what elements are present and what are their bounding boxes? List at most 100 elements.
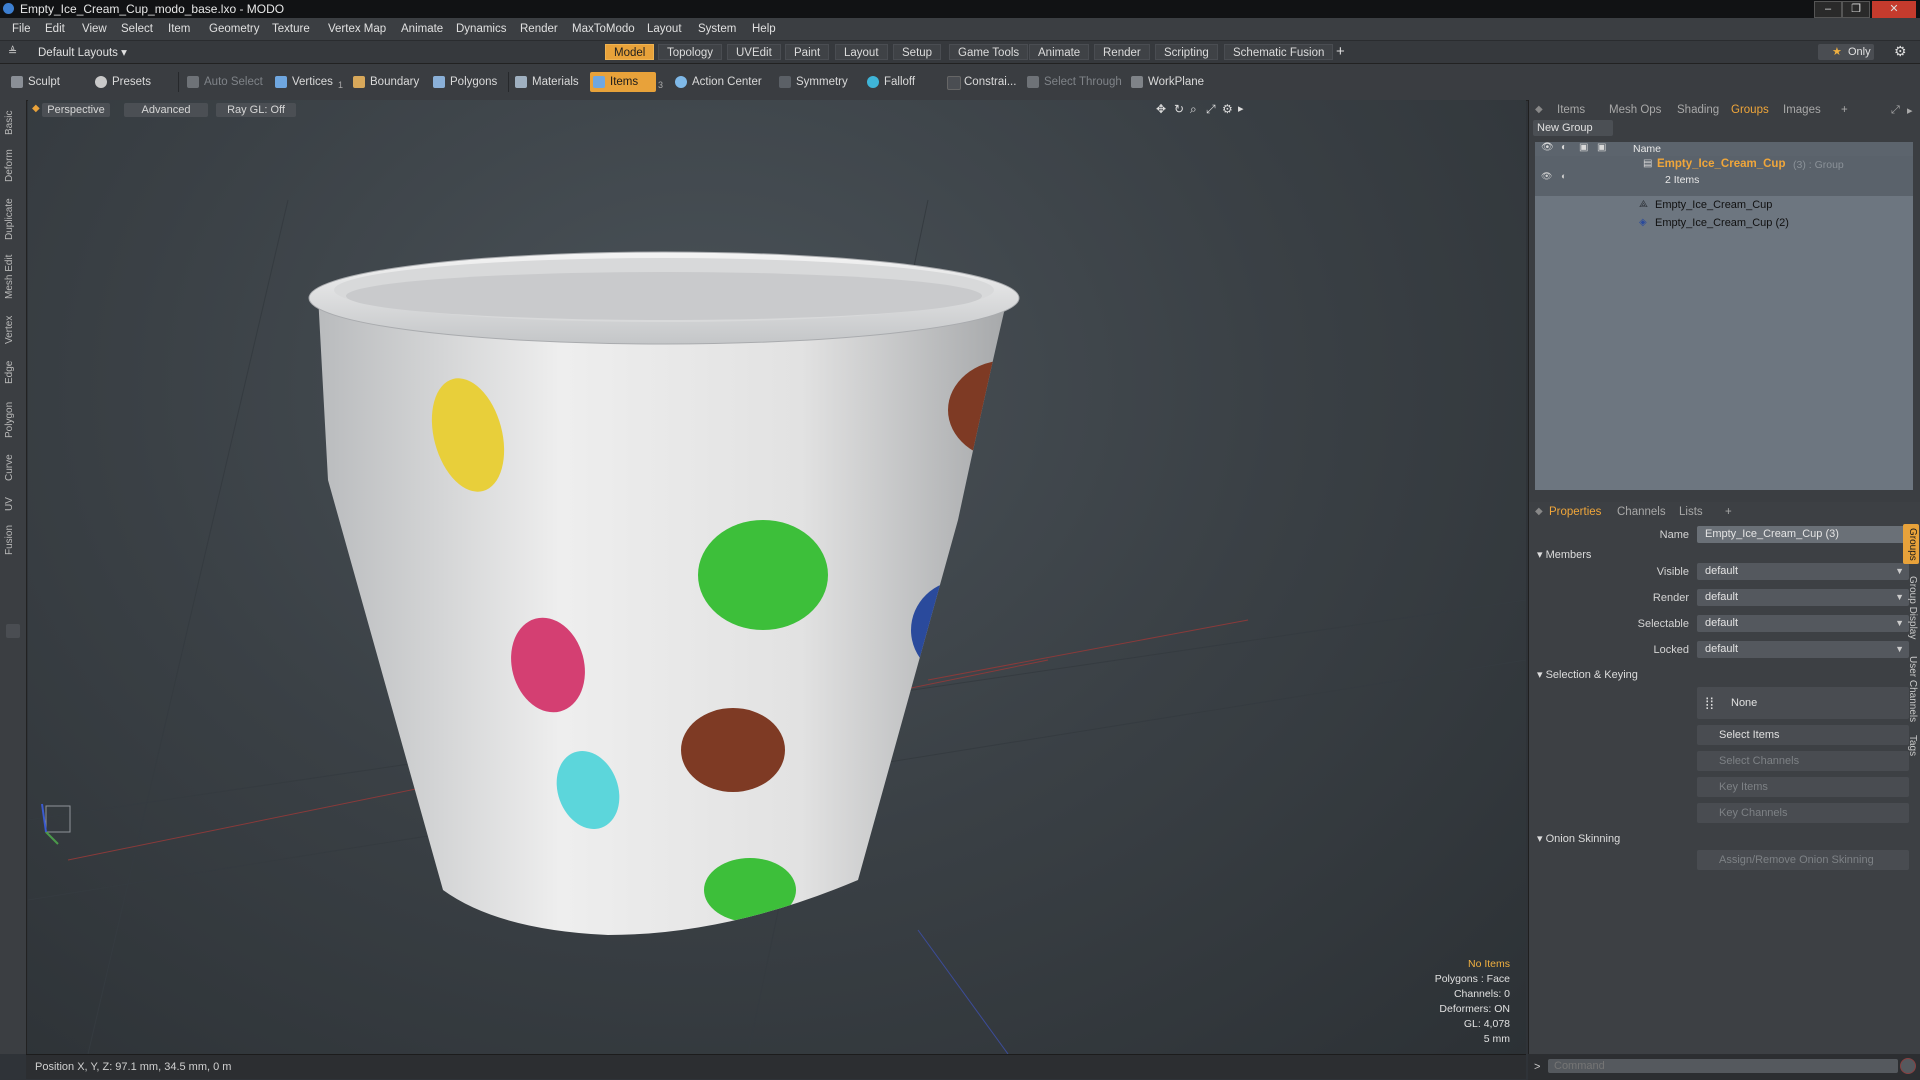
record-icon[interactable]: [1900, 1058, 1916, 1074]
group-visible-icon[interactable]: 👁: [1541, 171, 1552, 182]
view-perspective-button[interactable]: Perspective: [42, 103, 110, 117]
zoom-view-icon[interactable]: ⌕: [1190, 102, 1197, 117]
new-group-button[interactable]: New Group: [1533, 120, 1613, 136]
tab-mesh-ops[interactable]: Mesh Ops: [1609, 104, 1661, 116]
menu-edit[interactable]: Edit: [45, 23, 65, 35]
visible-dropdown[interactable]: default ▼: [1697, 563, 1909, 580]
only-toggle[interactable]: ★ Only: [1818, 44, 1874, 60]
add-tab-button[interactable]: +: [1841, 104, 1848, 116]
menu-maxtomodo[interactable]: MaxToModo: [572, 23, 635, 35]
onion-skinning-button[interactable]: Assign/Remove Onion Skinning: [1697, 850, 1909, 870]
tab-shading[interactable]: Shading: [1677, 104, 1719, 116]
constraints-button[interactable]: Constrai...: [944, 72, 1018, 92]
tab-properties[interactable]: Properties: [1549, 506, 1601, 518]
move-view-icon[interactable]: ✥: [1156, 102, 1166, 116]
viewport-menu-icon[interactable]: ◆: [32, 103, 40, 114]
symmetry-button[interactable]: Symmetry: [776, 72, 860, 92]
group-child-row[interactable]: ⟁ Empty_Ice_Cream_Cup: [1625, 198, 1913, 214]
tab-model[interactable]: Model: [605, 44, 655, 60]
select-channels-button[interactable]: Select Channels: [1697, 751, 1909, 771]
select-items-button[interactable]: Select Items: [1697, 725, 1909, 745]
tab-paint[interactable]: Paint: [785, 44, 830, 60]
tab-lists[interactable]: Lists: [1679, 506, 1703, 518]
view-shading-button[interactable]: Advanced: [124, 103, 208, 117]
tab-uvedit[interactable]: UVEdit: [727, 44, 781, 60]
menu-item[interactable]: Item: [168, 23, 190, 35]
3d-viewport[interactable]: ◆ Perspective Advanced Ray GL: Off ✥ ↻ ⌕…: [28, 100, 1526, 1054]
tab-scripting[interactable]: Scripting: [1155, 44, 1218, 60]
tab-vertex[interactable]: Vertex: [4, 310, 20, 350]
layout-up-icon[interactable]: ≜: [8, 45, 17, 58]
boundary-button[interactable]: Boundary: [350, 72, 432, 92]
menu-view[interactable]: View: [82, 23, 107, 35]
viewport-settings-icon[interactable]: ⚙: [1222, 102, 1233, 116]
panel-more-icon[interactable]: ▸: [1907, 104, 1913, 117]
workplane-button[interactable]: WorkPlane: [1128, 72, 1212, 92]
key-channels-button[interactable]: Key Channels: [1697, 803, 1909, 823]
tab-fusion[interactable]: Fusion: [4, 520, 20, 560]
viewport-expand-icon[interactable]: ▸: [1238, 102, 1244, 115]
tab-topology[interactable]: Topology: [658, 44, 723, 60]
side-tab-user-channels[interactable]: User Channels: [1904, 654, 1918, 724]
select-through-button[interactable]: Select Through: [1024, 72, 1124, 92]
fit-view-icon[interactable]: ⤢: [1206, 102, 1216, 117]
tab-channels[interactable]: Channels: [1617, 506, 1666, 518]
onion-skinning-section[interactable]: ▾ Onion Skinning: [1537, 832, 1620, 845]
ray-gl-toggle[interactable]: Ray GL: Off: [216, 103, 296, 117]
add-layout-button[interactable]: +: [1336, 43, 1345, 60]
group-child-row[interactable]: ◈ Empty_Ice_Cream_Cup (2): [1625, 216, 1913, 232]
menu-texture[interactable]: Texture: [272, 23, 310, 35]
minimize-button[interactable]: –: [1814, 1, 1842, 18]
menu-geometry[interactable]: Geometry: [209, 23, 260, 35]
tab-curve[interactable]: Curve: [4, 450, 20, 486]
tab-schematic-fusion[interactable]: Schematic Fusion: [1224, 44, 1334, 60]
add-properties-tab-button[interactable]: +: [1725, 506, 1732, 518]
panel-menu-icon[interactable]: ◆: [1535, 104, 1543, 115]
panel-expand-icon[interactable]: ⤢: [1891, 104, 1900, 117]
selectable-dropdown[interactable]: default ▼: [1697, 615, 1909, 632]
tab-edge[interactable]: Edge: [4, 356, 20, 388]
menu-help[interactable]: Help: [752, 23, 776, 35]
members-section[interactable]: ▾ Members: [1537, 548, 1591, 561]
polygons-button[interactable]: Polygons: [430, 72, 508, 92]
tab-basic[interactable]: Basic: [4, 106, 20, 140]
menu-file[interactable]: File: [12, 23, 31, 35]
group-render-icon[interactable]: ◐: [1561, 171, 1566, 181]
maximize-button[interactable]: ❐: [1842, 1, 1870, 18]
menu-animate[interactable]: Animate: [401, 23, 443, 35]
tab-polygon[interactable]: Polygon: [4, 396, 20, 444]
menu-select[interactable]: Select: [121, 23, 153, 35]
action-center-button[interactable]: Action Center: [672, 72, 764, 92]
materials-button[interactable]: Materials: [512, 72, 590, 92]
falloff-button[interactable]: Falloff: [864, 72, 932, 92]
side-tab-groups[interactable]: Groups: [1903, 524, 1919, 564]
tab-images[interactable]: Images: [1783, 104, 1821, 116]
tab-animate[interactable]: Animate: [1029, 44, 1090, 60]
menu-vertex-map[interactable]: Vertex Map: [328, 23, 386, 35]
side-tab-group-display[interactable]: Group Display: [1904, 570, 1918, 646]
tab-mesh-edit[interactable]: Mesh Edit: [4, 252, 20, 302]
locked-dropdown[interactable]: default ▼: [1697, 641, 1909, 658]
selection-keying-section[interactable]: ▾ Selection & Keying: [1537, 668, 1638, 681]
menu-layout[interactable]: Layout: [647, 23, 682, 35]
rotate-view-icon[interactable]: ↻: [1174, 102, 1184, 116]
left-expand-button[interactable]: [6, 624, 20, 638]
layout-selector[interactable]: Default Layouts ▾: [38, 45, 127, 59]
tab-setup[interactable]: Setup: [893, 44, 942, 60]
tab-layout[interactable]: Layout: [835, 44, 888, 60]
tab-deform[interactable]: Deform: [4, 146, 20, 186]
tab-uv[interactable]: UV: [4, 494, 20, 514]
vertices-button[interactable]: Vertices: [272, 72, 338, 92]
side-tab-tags[interactable]: Tags: [1904, 732, 1918, 760]
settings-gear-icon[interactable]: ⚙: [1894, 43, 1907, 60]
key-items-button[interactable]: Key Items: [1697, 777, 1909, 797]
properties-menu-icon[interactable]: ◆: [1535, 506, 1543, 517]
tab-groups[interactable]: Groups: [1731, 104, 1769, 116]
name-field[interactable]: Empty_Ice_Cream_Cup (3): [1697, 526, 1909, 543]
tab-items[interactable]: Items: [1557, 104, 1585, 116]
tab-duplicate[interactable]: Duplicate: [4, 194, 20, 244]
tab-game-tools[interactable]: Game Tools: [949, 44, 1029, 60]
command-input[interactable]: [1548, 1059, 1898, 1073]
none-button[interactable]: ⁞⁞ None: [1697, 687, 1909, 719]
presets-button[interactable]: Presets: [92, 72, 172, 92]
